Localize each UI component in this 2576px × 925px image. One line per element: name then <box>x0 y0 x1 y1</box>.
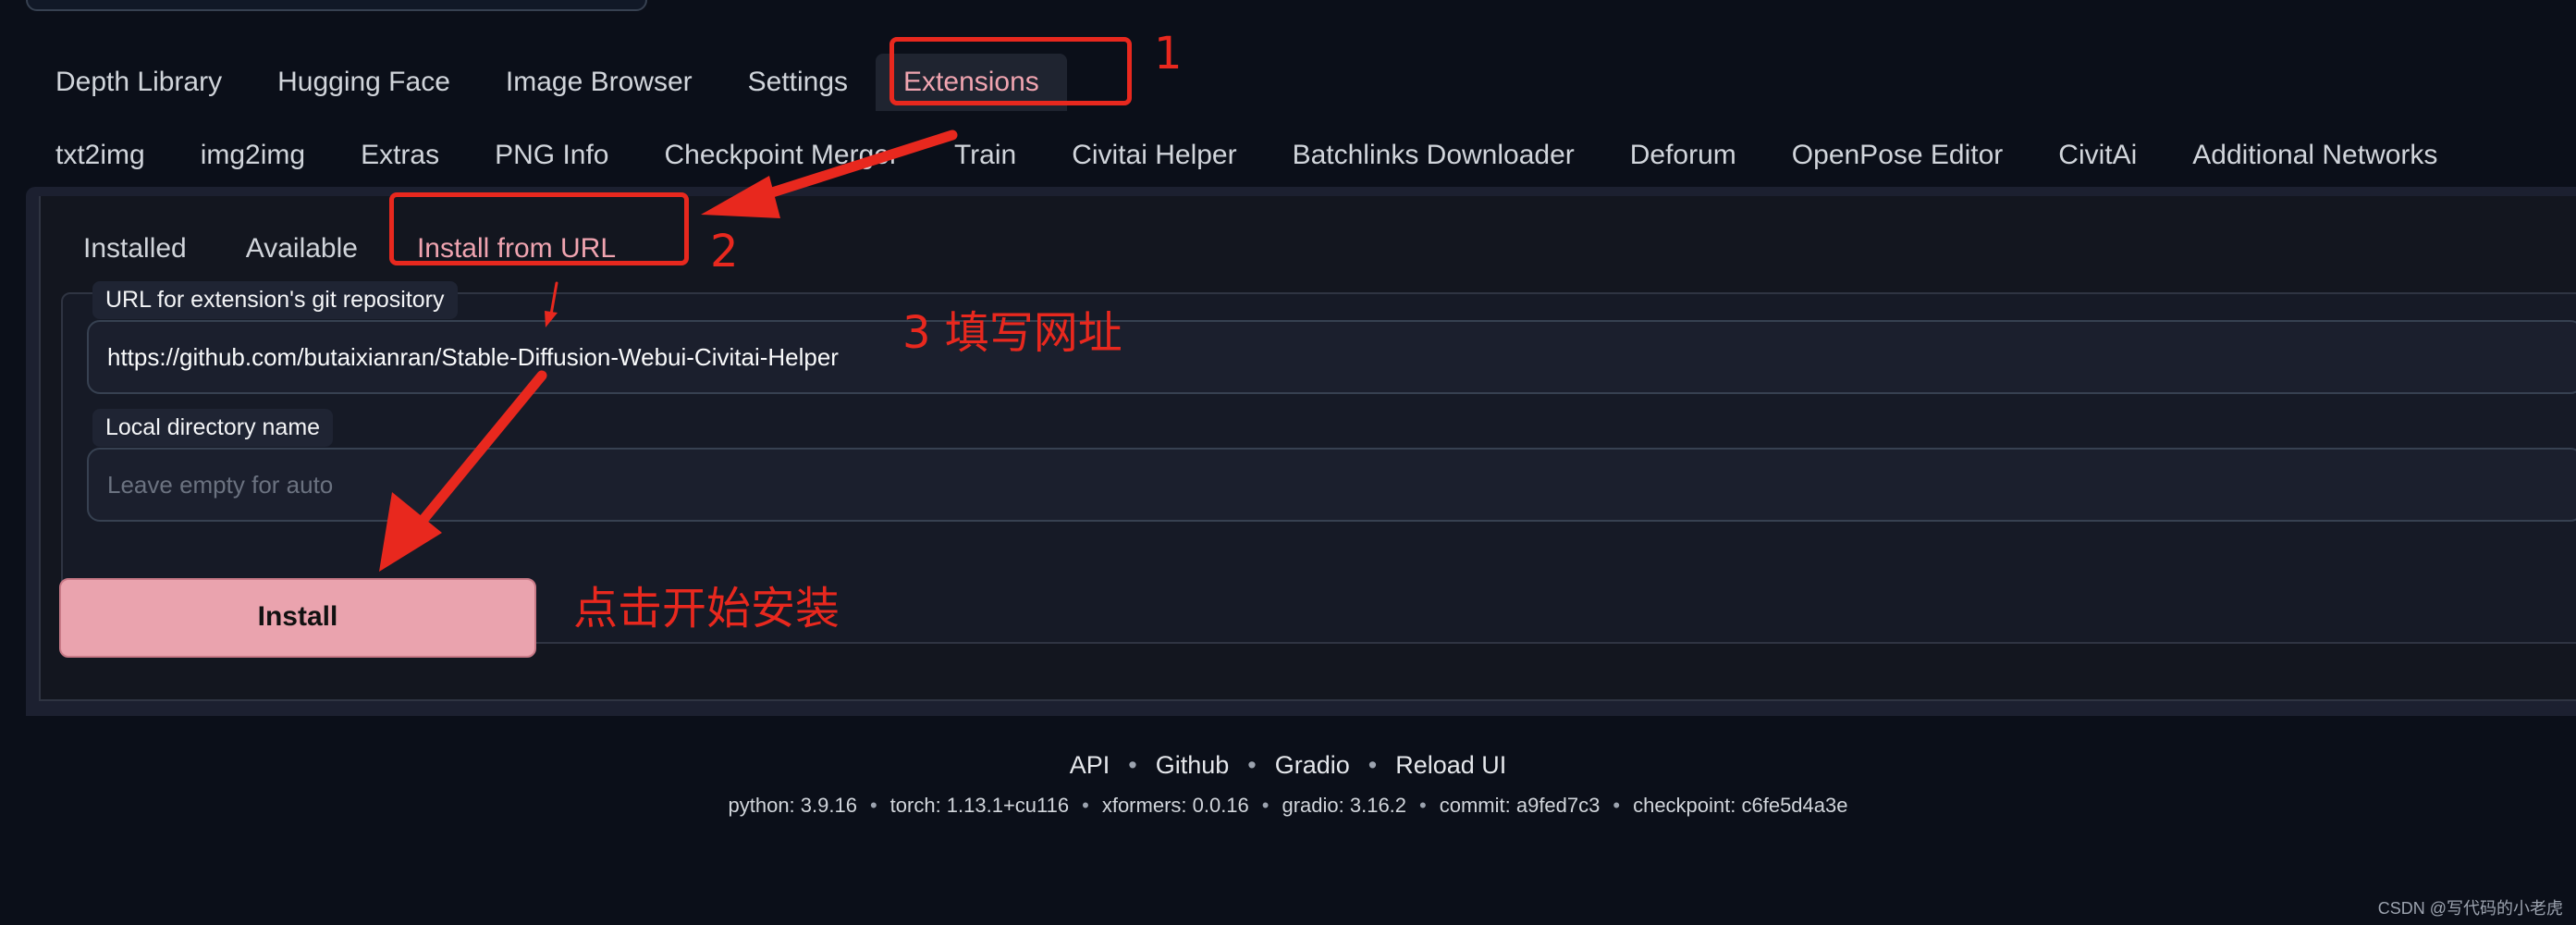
local-directory-input[interactable] <box>87 448 2576 522</box>
tab-openpose-editor[interactable]: OpenPose Editor <box>1764 127 2030 184</box>
url-field-label: URL for extension's git repository <box>92 281 458 319</box>
info-xformers: xformers: 0.0.16 <box>1101 794 1249 817</box>
footer-separator: • <box>1368 751 1378 779</box>
watermark: CSDN @写代码的小老虎 <box>2377 899 2563 918</box>
tab-batchlinks-downloader[interactable]: Batchlinks Downloader <box>1265 127 1602 184</box>
git-url-input[interactable] <box>87 320 2576 394</box>
tab-hugging-face[interactable]: Hugging Face <box>250 54 478 111</box>
tab-checkpoint-merger[interactable]: Checkpoint Merger <box>637 127 926 184</box>
footer-separator: • <box>1128 751 1137 779</box>
footer-separator: • <box>869 794 877 817</box>
tab-settings[interactable]: Settings <box>720 54 876 111</box>
annotation-step-2: 2 <box>710 226 739 278</box>
footer-separator: • <box>1261 794 1270 817</box>
tab-civitai[interactable]: CivitAi <box>2030 127 2165 184</box>
subtab-available[interactable]: Available <box>216 220 387 278</box>
info-checkpoint: checkpoint: c6fe5d4a3e <box>1633 794 1848 817</box>
tab-extras[interactable]: Extras <box>333 127 467 184</box>
footer-separator: • <box>1419 794 1427 817</box>
tab-train[interactable]: Train <box>926 127 1044 184</box>
annotation-step-4: 点击开始安装 <box>573 583 840 635</box>
footer-separator: • <box>1613 794 1621 817</box>
subtab-installed[interactable]: Installed <box>54 220 216 278</box>
main-tab-bar: txt2img img2img Extras PNG Info Checkpoi… <box>28 128 2465 183</box>
annotation-box-extensions <box>889 37 1132 105</box>
info-commit: commit: a9fed7c3 <box>1439 794 1601 817</box>
annotation-step-3: 3 填写网址 <box>902 307 1122 359</box>
footer-separator: • <box>1247 751 1257 779</box>
tab-additional-networks[interactable]: Additional Networks <box>2165 127 2465 184</box>
tab-img2img[interactable]: img2img <box>173 127 333 184</box>
tab-txt2img[interactable]: txt2img <box>28 127 173 184</box>
tab-depth-library[interactable]: Depth Library <box>28 54 250 111</box>
info-gradio: gradio: 3.16.2 <box>1282 794 1407 817</box>
tab-civitai-helper[interactable]: Civitai Helper <box>1044 127 1264 184</box>
info-torch: torch: 1.13.1+cu116 <box>889 794 1070 817</box>
tab-png-info[interactable]: PNG Info <box>467 127 636 184</box>
footer-version-info: python: 3.9.16 • torch: 1.13.1+cu116 • xform… <box>0 794 2576 818</box>
footer-link-gradio[interactable]: Gradio <box>1275 751 1350 779</box>
tab-image-browser[interactable]: Image Browser <box>478 54 720 111</box>
footer-links: API • Github • Gradio • Reload UI <box>0 751 2576 780</box>
annotation-step-1: 1 <box>1154 28 1183 80</box>
tab-deforum[interactable]: Deforum <box>1602 127 1764 184</box>
prompt-input-edge[interactable] <box>26 0 647 11</box>
footer-link-api[interactable]: API <box>1070 751 1110 779</box>
footer-link-reload-ui[interactable]: Reload UI <box>1395 751 1506 779</box>
annotation-box-install-from-url <box>389 192 689 265</box>
dir-field-label: Local directory name <box>92 409 334 447</box>
webui-screen: Depth Library Hugging Face Image Browser… <box>0 0 2576 925</box>
footer-separator: • <box>1082 794 1089 817</box>
install-button[interactable]: Install <box>59 578 536 658</box>
info-python: python: 3.9.16 <box>728 794 857 817</box>
footer-link-github[interactable]: Github <box>1156 751 1230 779</box>
